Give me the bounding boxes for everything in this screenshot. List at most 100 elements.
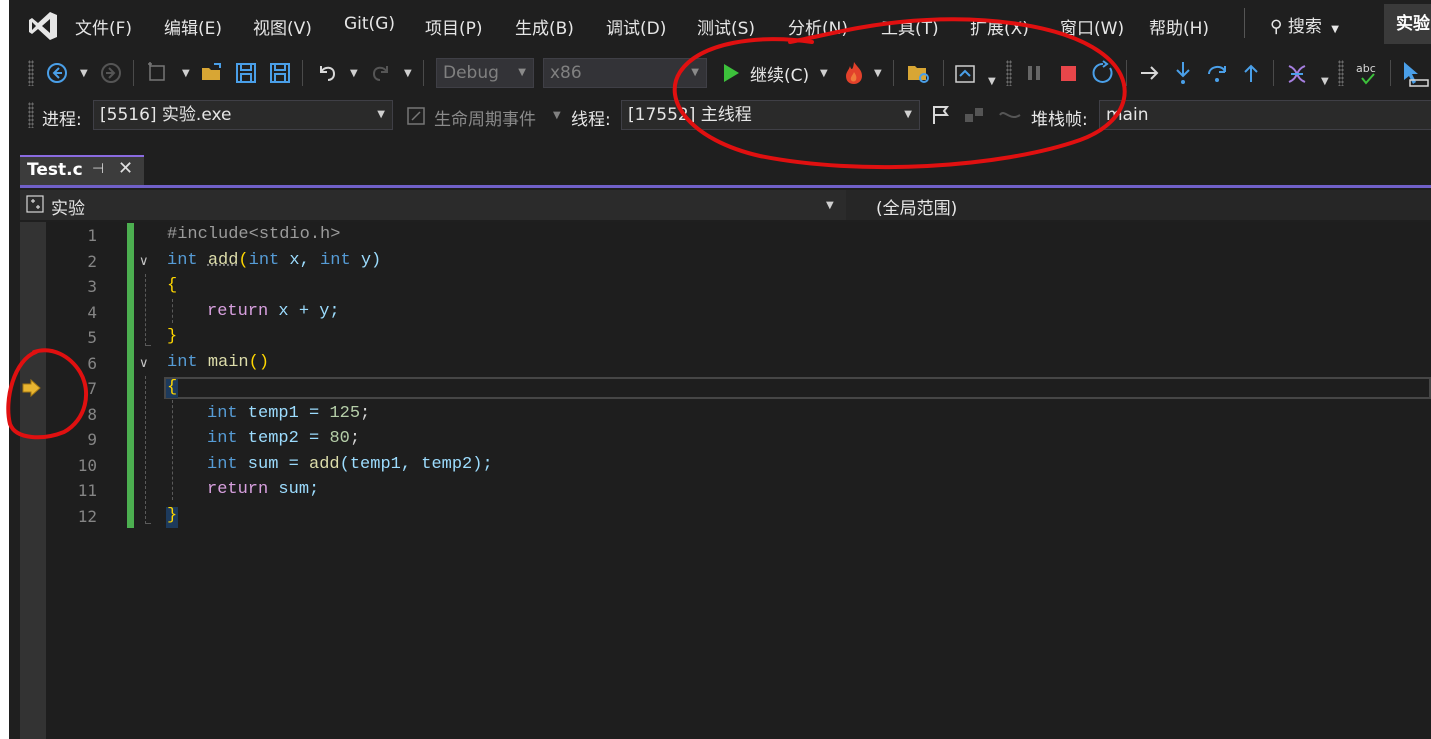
menu-tools[interactable]: 工具(T) bbox=[881, 14, 939, 39]
navigate-back-icon[interactable] bbox=[46, 62, 68, 84]
menu-bar: 文件(F) 编辑(E) 视图(V) Git(G) 项目(P) 生成(B) 调试(… bbox=[9, 0, 1431, 52]
lifecycle-events-label[interactable]: 生命周期事件 bbox=[434, 105, 536, 130]
menu-file[interactable]: 文件(F) bbox=[75, 14, 132, 39]
code-token: } bbox=[167, 327, 178, 346]
chevron-down-icon: ▼ bbox=[820, 68, 828, 79]
code-line-9: int temp2 = 80; bbox=[207, 429, 360, 448]
lifecycle-dropdown-icon[interactable]: ▼ bbox=[553, 110, 561, 121]
code-token: temp2 = bbox=[237, 429, 330, 448]
breakpoint-margin[interactable] bbox=[20, 222, 46, 739]
menu-test[interactable]: 测试(S) bbox=[697, 14, 755, 39]
navigate-forward-icon[interactable] bbox=[100, 62, 122, 84]
process-select[interactable]: [5516] 实验.exe ▼ bbox=[93, 100, 393, 130]
pin-icon[interactable]: ⊣ bbox=[92, 161, 104, 177]
toolbar-separator bbox=[1126, 60, 1127, 86]
menu-edit[interactable]: 编辑(E) bbox=[164, 14, 222, 39]
save-all-icon[interactable] bbox=[269, 62, 291, 84]
back-dropdown-icon[interactable]: ▼ bbox=[80, 68, 88, 79]
collapse-icon[interactable]: ∨ bbox=[139, 356, 149, 371]
code-token: sum = bbox=[237, 455, 310, 474]
code-token: y) bbox=[350, 251, 382, 270]
show-flagged-threads-icon[interactable] bbox=[963, 104, 987, 126]
flag-thread-icon[interactable] bbox=[930, 104, 952, 126]
solution-platform-select[interactable]: x86 ▼ bbox=[543, 58, 707, 88]
code-token: int bbox=[207, 429, 238, 448]
code-token: int bbox=[320, 251, 351, 270]
chevron-down-icon[interactable]: ▼ bbox=[988, 76, 996, 87]
tab-test-c[interactable]: Test.c ⊣ ✕ bbox=[20, 155, 144, 185]
application-insights-icon[interactable] bbox=[954, 62, 978, 86]
code-token: int bbox=[207, 455, 238, 474]
select-cursor-icon[interactable] bbox=[1400, 60, 1431, 88]
menu-view[interactable]: 视图(V) bbox=[253, 14, 312, 39]
hot-reload-dropdown-icon[interactable]: ▼ bbox=[874, 68, 882, 79]
menu-analyze[interactable]: 分析(N) bbox=[788, 14, 848, 39]
chevron-down-icon[interactable]: ▼ bbox=[1321, 76, 1329, 87]
line-number: 8 bbox=[87, 405, 97, 424]
scope-name: (全局范围) bbox=[876, 199, 958, 219]
spell-check-icon[interactable]: abc bbox=[1354, 60, 1380, 88]
line-number: 3 bbox=[87, 277, 97, 296]
show-next-statement-icon[interactable] bbox=[1139, 62, 1161, 84]
code-line-3: { bbox=[167, 276, 177, 295]
undo-icon[interactable] bbox=[316, 62, 338, 84]
continue-button[interactable]: 继续(C) ▼ bbox=[716, 58, 834, 88]
project-icon bbox=[26, 195, 44, 213]
code-token: 80 bbox=[329, 429, 350, 448]
toolbar-grip[interactable] bbox=[28, 102, 34, 128]
redo-dropdown-icon[interactable]: ▼ bbox=[404, 68, 412, 79]
dna-icon[interactable] bbox=[1285, 62, 1311, 86]
solution-name-badge[interactable]: 实验 bbox=[1384, 4, 1431, 44]
stackframe-select[interactable]: main bbox=[1099, 100, 1431, 130]
tab-title: Test.c bbox=[27, 160, 83, 180]
project-dropdown[interactable]: 实验 ▼ bbox=[20, 190, 840, 220]
toggle-historical-icon[interactable] bbox=[998, 106, 1022, 124]
code-token: add bbox=[309, 455, 340, 474]
menu-debug[interactable]: 调试(D) bbox=[606, 14, 666, 39]
restart-icon[interactable] bbox=[1090, 60, 1116, 86]
stop-debugging-icon[interactable] bbox=[1058, 62, 1080, 84]
close-icon[interactable]: ✕ bbox=[118, 158, 133, 179]
toolbar-separator bbox=[302, 60, 303, 86]
folder-search-icon[interactable] bbox=[906, 62, 932, 86]
step-into-icon[interactable] bbox=[1172, 60, 1194, 86]
lifecycle-events-icon[interactable] bbox=[406, 106, 428, 126]
thread-value: [17552] 主线程 bbox=[628, 105, 752, 125]
line-number: 12 bbox=[77, 507, 97, 526]
chevron-down-icon: ▼ bbox=[1331, 24, 1339, 35]
step-over-icon[interactable] bbox=[1205, 60, 1229, 86]
menu-git[interactable]: Git(G) bbox=[344, 14, 395, 34]
toolbar-grip[interactable] bbox=[1338, 60, 1344, 86]
thread-select[interactable]: [17552] 主线程 ▼ bbox=[621, 100, 920, 130]
redo-icon[interactable] bbox=[370, 62, 392, 84]
config-value: Debug bbox=[443, 63, 499, 83]
menu-build[interactable]: 生成(B) bbox=[515, 14, 574, 39]
menu-window[interactable]: 窗口(W) bbox=[1060, 14, 1124, 39]
new-project-icon[interactable] bbox=[146, 62, 172, 84]
menu-extensions[interactable]: 扩展(X) bbox=[970, 14, 1029, 39]
collapse-icon[interactable]: ∨ bbox=[139, 254, 149, 269]
code-line-10: int sum = add(temp1, temp2); bbox=[207, 455, 493, 474]
step-out-icon[interactable] bbox=[1240, 60, 1262, 86]
undo-dropdown-icon[interactable]: ▼ bbox=[350, 68, 358, 79]
platform-value: x86 bbox=[550, 63, 582, 83]
menu-project[interactable]: 项目(P) bbox=[425, 14, 483, 39]
code-token: sum; bbox=[268, 480, 320, 499]
open-folder-icon[interactable] bbox=[200, 62, 224, 84]
break-all-icon[interactable] bbox=[1025, 62, 1045, 84]
toolbar-grip[interactable] bbox=[1006, 60, 1012, 86]
hot-reload-icon[interactable] bbox=[842, 60, 866, 86]
menu-help[interactable]: 帮助(H) bbox=[1149, 14, 1209, 39]
visual-studio-logo-icon[interactable] bbox=[27, 10, 59, 42]
scope-dropdown[interactable]: (全局范围) bbox=[846, 190, 1431, 220]
fold-guide bbox=[145, 376, 146, 524]
toolbar-separator bbox=[423, 60, 424, 86]
code-line-1: #include<stdio.h> bbox=[167, 225, 340, 244]
save-icon[interactable] bbox=[235, 62, 257, 84]
code-token: add bbox=[207, 251, 239, 270]
project-name: 实验 bbox=[51, 199, 85, 219]
search-box[interactable]: ⚲ 搜索 ▼ bbox=[1270, 12, 1339, 37]
solution-configuration-select[interactable]: Debug ▼ bbox=[436, 58, 534, 88]
new-dropdown-icon[interactable]: ▼ bbox=[182, 68, 190, 79]
toolbar-grip[interactable] bbox=[28, 60, 34, 86]
